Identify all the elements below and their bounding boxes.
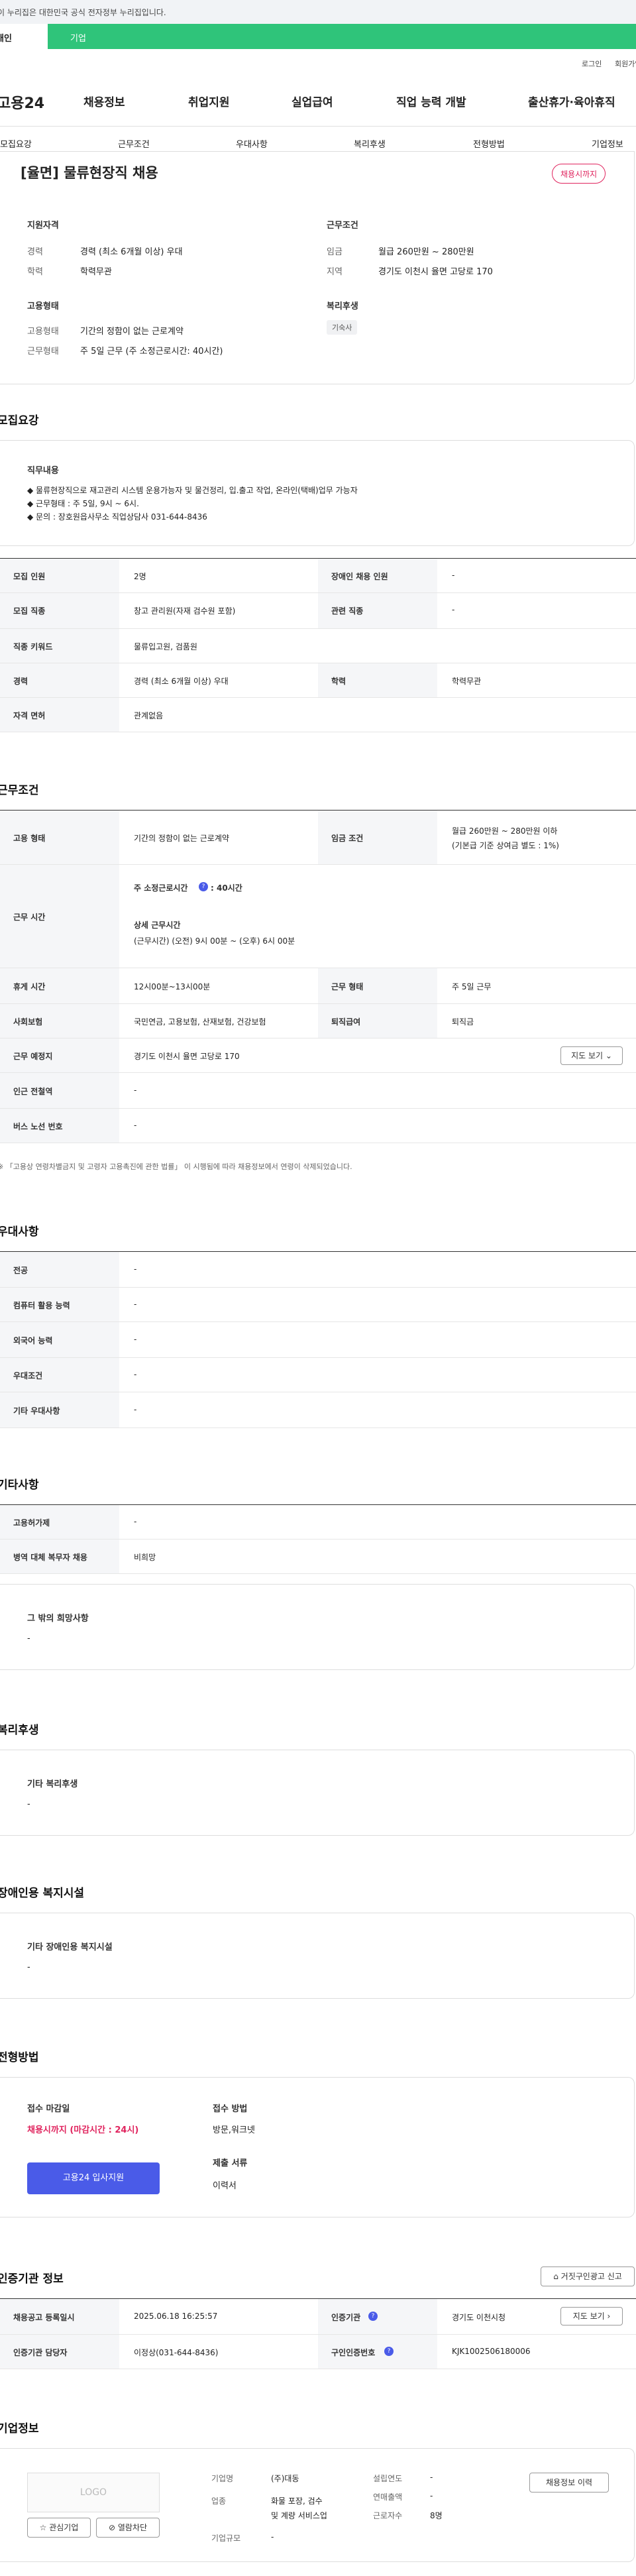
- gnb-item-training[interactable]: 직업 능력 개발: [396, 93, 466, 109]
- section-title-welfare: 복리후생: [0, 1724, 39, 1737]
- job-title: [율면] 물류현장직 채용: [21, 165, 158, 181]
- section-title-select: 전형방법: [0, 2051, 39, 2064]
- apply-button[interactable]: 고용24 입사지원: [27, 2162, 160, 2194]
- work-table: 고용 형태 기간의 정함이 없는 근로계약 임금 조건 월급 260만원 ~ 2…: [0, 810, 636, 1143]
- section-title-recruit: 모집요강: [0, 414, 39, 427]
- gnb-item-benefit[interactable]: 실업급여: [292, 93, 333, 109]
- section-title-pref: 우대사항: [0, 1225, 39, 1239]
- gnb-item-leave[interactable]: 출산휴가·육아휴직: [528, 93, 615, 109]
- gnb-item-jobs[interactable]: 채용정보: [83, 93, 125, 109]
- gov-banner: 이 누리집은 대한민국 공식 전자정부 누리집입니다.: [0, 0, 636, 24]
- subnav-recruit[interactable]: 모집요강: [0, 137, 32, 150]
- map-view-button[interactable]: 지도 보기 ⌄: [560, 1046, 623, 1065]
- section-title-work: 근무조건: [0, 784, 39, 797]
- block-icon: ⊘: [108, 2523, 116, 2532]
- subnav-select[interactable]: 전형방법: [473, 137, 505, 150]
- welfare-box: 기타 복리후생 -: [0, 1750, 635, 1836]
- cert-table: 채용공고 등록일시 2025.06.18 16:25:57 인증기관 ? 경기도…: [0, 2298, 636, 2369]
- benefit-tag: 기숙사: [327, 320, 358, 335]
- disability-box: 기타 장애인용 복지시설 -: [0, 1913, 635, 1999]
- info-icon[interactable]: ?: [384, 2347, 394, 2356]
- deadline-badge: 채용시까지: [552, 164, 606, 184]
- info-icon[interactable]: ?: [199, 882, 208, 891]
- subnav-welfare[interactable]: 복리후생: [354, 137, 386, 150]
- favorite-company-button[interactable]: ☆ 관심기업: [27, 2518, 91, 2538]
- section-title-cert: 인증기관 정보: [0, 2272, 64, 2286]
- duty-box: 직무내용 ◆ 물류현장직으로 재고관리 시스템 운용가능자 및 물건정리, 입.…: [0, 440, 635, 546]
- deadline-value: 채용시까지 (마감시간 : 24시): [27, 2125, 139, 2135]
- login-link[interactable]: 로그인: [582, 58, 602, 69]
- join-link[interactable]: 회원가입: [615, 58, 636, 69]
- report-button[interactable]: ⌂ 거짓구인광고 신고: [541, 2267, 635, 2286]
- tab-personal[interactable]: 개인: [0, 24, 48, 49]
- company-box: LOGO ☆ 관심기업 ⊘ 열람차단 기업명 (주)대동 업종 화물 포장, 검…: [0, 2448, 635, 2562]
- chevron-down-icon: ⌄: [605, 1051, 612, 1060]
- info-icon[interactable]: ?: [368, 2312, 378, 2321]
- hiring-history-button[interactable]: 채용정보 이력: [529, 2473, 609, 2492]
- etc-table: 고용허가제 - 병역 대체 복무자 채용 비희망: [0, 1504, 636, 1574]
- select-box: 접수 마감일 채용시까지 (마감시간 : 24시) 고용24 입사지원 접수 방…: [0, 2077, 635, 2217]
- star-icon: ☆: [39, 2523, 47, 2532]
- subnav-work[interactable]: 근무조건: [118, 137, 150, 150]
- chevron-right-icon: ›: [607, 2312, 611, 2321]
- subnav-company[interactable]: 기업정보: [592, 137, 623, 150]
- section-title-etc: 기타사항: [0, 1479, 39, 1492]
- home-icon: ⌂: [553, 2272, 558, 2281]
- gnb-item-support[interactable]: 취업지원: [188, 93, 230, 109]
- pref-table: 전공 - 컴퓨터 활용 능력 - 외국어 능력 - 우대조건 - 기타 우대사항 -: [0, 1251, 636, 1428]
- recruit-table: 모집 인원 2명 장애인 채용 인원 - 모집 직종 창고 관리원(자재 검수원…: [0, 558, 636, 732]
- job-summary-card: [율면] 물류현장직 채용 채용시까지 지원자격 경력 경력 (최소 6개월 이…: [0, 151, 635, 384]
- tab-company[interactable]: 기업: [48, 24, 636, 49]
- subnav-pref[interactable]: 우대사항: [236, 137, 268, 150]
- wish-box: 그 밖의 희망사항 -: [0, 1584, 635, 1670]
- company-logo: LOGO: [27, 2473, 160, 2512]
- logo[interactable]: 고용24: [0, 91, 44, 113]
- cert-map-button[interactable]: 지도 보기 ›: [560, 2307, 623, 2325]
- section-title-company: 기업정보: [0, 2422, 39, 2436]
- age-law-note: ※ 「고용상 연령차별금지 및 고령자 고용촉진에 관한 법률」 이 시행됨에 …: [0, 1162, 352, 1171]
- block-view-button[interactable]: ⊘ 열람차단: [96, 2518, 160, 2538]
- section-title-disability: 장애인용 복지시설: [0, 1887, 85, 1900]
